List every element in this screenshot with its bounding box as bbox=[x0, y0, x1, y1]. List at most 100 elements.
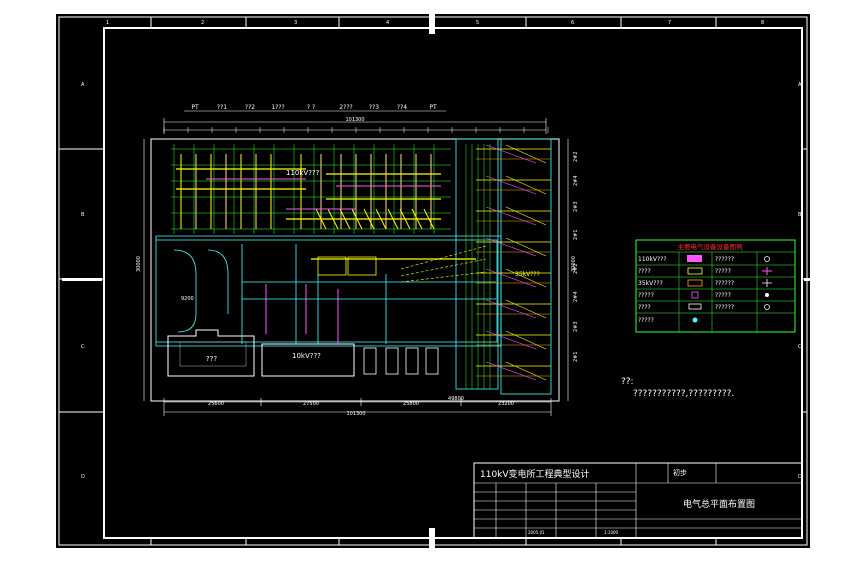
right-bay-label: 2#4 bbox=[573, 175, 579, 186]
zone-number: 8 bbox=[761, 20, 764, 26]
cad-line bbox=[485, 144, 537, 164]
notes-line-1: ???????????,?????????. bbox=[633, 389, 734, 399]
dimension-bottom-total: 101300 bbox=[346, 411, 365, 417]
zone-number: 1 bbox=[106, 20, 109, 26]
10kv-building-label: 10kV??? bbox=[292, 352, 321, 360]
breaker-symbol-icon bbox=[687, 255, 702, 262]
dimension-top: 101300 bbox=[345, 117, 364, 123]
zone-letter: B bbox=[798, 212, 802, 218]
center-mark-right bbox=[804, 278, 810, 281]
cad-line bbox=[485, 299, 537, 319]
right-bay-label: 2#1 bbox=[573, 351, 579, 362]
cad-line bbox=[485, 237, 537, 257]
bay-label: ??4 bbox=[397, 104, 407, 111]
zone-number: 2 bbox=[201, 20, 204, 26]
pt-symbol-icon bbox=[688, 303, 702, 310]
stage-label: 初步 bbox=[673, 468, 687, 477]
bay-label: PT bbox=[191, 104, 199, 111]
legend-model: ?????? bbox=[715, 280, 734, 287]
dimension-small: 9200 bbox=[181, 296, 194, 302]
cad-line bbox=[505, 237, 547, 257]
bottom-dimension: 25800 bbox=[403, 401, 419, 407]
title-block: 110kV变电所工程典型设计 初步 电气总平面布置图 2005.01 1:100… bbox=[473, 462, 803, 539]
cad-line bbox=[505, 175, 547, 195]
right-bay-label: 2#1 bbox=[573, 229, 579, 240]
square-symbol-icon bbox=[691, 291, 699, 299]
zone-ticks bbox=[59, 17, 807, 545]
lightning-symbol-icon bbox=[692, 317, 698, 323]
zone-letter: C bbox=[81, 344, 85, 350]
right-bay-label: 2#3 bbox=[573, 201, 579, 212]
zone-letter: B bbox=[81, 212, 85, 218]
insulator-symbol-icon bbox=[764, 256, 770, 262]
drawing-date: 2005.01 bbox=[528, 530, 545, 535]
legend-name: ???? bbox=[638, 268, 651, 275]
bay-label: ??3 bbox=[369, 104, 379, 111]
ring-symbol-icon bbox=[764, 304, 770, 310]
legend-model: ????? bbox=[715, 268, 731, 275]
legend-name: ???? bbox=[638, 304, 651, 311]
cad-line bbox=[505, 206, 547, 226]
project-title: 110kV变电所工程典型设计 bbox=[480, 468, 590, 480]
right-bay-label: 2#2 bbox=[573, 151, 579, 162]
plus-symbol-icon bbox=[762, 279, 772, 287]
bay-label: 1??? bbox=[271, 104, 284, 111]
site-plan: PT ??1 ??2 1??? ? ? 2??? ??3 ??4 PT 1013… bbox=[136, 104, 579, 417]
cad-line bbox=[505, 144, 547, 164]
dimension-left: 30000 bbox=[136, 256, 142, 272]
zone-number: 6 bbox=[571, 20, 574, 26]
zone-number: 4 bbox=[386, 20, 389, 26]
bay-label: 2??? bbox=[339, 104, 352, 111]
cad-drawing-viewport[interactable]: 1 2 3 4 5 6 7 8 A B C D A B C D PT ??1 ?… bbox=[56, 14, 810, 548]
bay-label: ? ? bbox=[307, 104, 315, 111]
outer-frame bbox=[58, 16, 808, 546]
cross-symbol-icon bbox=[762, 267, 772, 275]
notes: ??: ???????????,?????????. bbox=[621, 377, 734, 399]
legend-name: 110kV??? bbox=[638, 256, 667, 263]
zone-number: 5 bbox=[476, 20, 479, 26]
cad-line bbox=[505, 299, 547, 319]
center-mark-bottom bbox=[429, 528, 435, 548]
switch-symbol-icon bbox=[687, 267, 703, 275]
center-mark-top bbox=[429, 14, 435, 34]
zone-letter: D bbox=[81, 474, 85, 480]
legend-model: ?????? bbox=[715, 256, 734, 263]
cad-line bbox=[485, 175, 537, 195]
zone-number: 3 bbox=[294, 20, 297, 26]
bottom-dimension: 27500 bbox=[303, 401, 319, 407]
zone-letter: A bbox=[81, 82, 85, 88]
legend-title: 主要电气设备设备图例 bbox=[678, 242, 743, 251]
center-mark-left bbox=[62, 278, 102, 281]
cad-line bbox=[505, 330, 547, 350]
right-bay-label: 2#2 bbox=[573, 263, 579, 274]
bay-label: ??2 bbox=[245, 104, 255, 111]
bay-label: ??1 bbox=[217, 104, 227, 111]
zone-letter: D bbox=[798, 474, 802, 480]
bottom-dimension: 25600 bbox=[208, 401, 224, 407]
sheet-title: 电气总平面布置图 bbox=[683, 498, 755, 510]
zone-number: 7 bbox=[668, 20, 671, 26]
zone-letter: A bbox=[798, 82, 802, 88]
legend-model: ?????? bbox=[715, 304, 734, 311]
equipment-legend: 主要电气设备设备图例 110kV??? ???? 35kV??? ????? ?… bbox=[635, 239, 796, 333]
legend-name: ????? bbox=[638, 317, 654, 324]
building-left-label: ??? bbox=[206, 355, 217, 363]
bottom-dimension: 23200 bbox=[498, 401, 514, 407]
notes-label: ??: bbox=[621, 377, 634, 387]
inner-frame bbox=[103, 27, 803, 539]
cad-line bbox=[485, 361, 537, 381]
zone-letter: C bbox=[798, 344, 802, 350]
dot-symbol-icon bbox=[765, 293, 769, 297]
cad-line bbox=[485, 206, 537, 226]
cad-drawing-canvas: 1 2 3 4 5 6 7 8 A B C D A B C D PT ??1 ?… bbox=[58, 14, 810, 548]
right-bay-label: 2#4 bbox=[573, 291, 579, 302]
cad-line bbox=[505, 361, 547, 381]
right-bay-label: 2#3 bbox=[573, 321, 579, 332]
ct-symbol-icon bbox=[687, 279, 703, 287]
legend-name: ????? bbox=[638, 292, 654, 299]
bay-label: PT bbox=[429, 104, 437, 111]
110kv-label: 110kV??? bbox=[286, 169, 320, 177]
drawing-scale: 1:1000 bbox=[604, 530, 619, 535]
legend-name: 35kV??? bbox=[638, 280, 663, 287]
legend-model: ????? bbox=[715, 292, 731, 299]
